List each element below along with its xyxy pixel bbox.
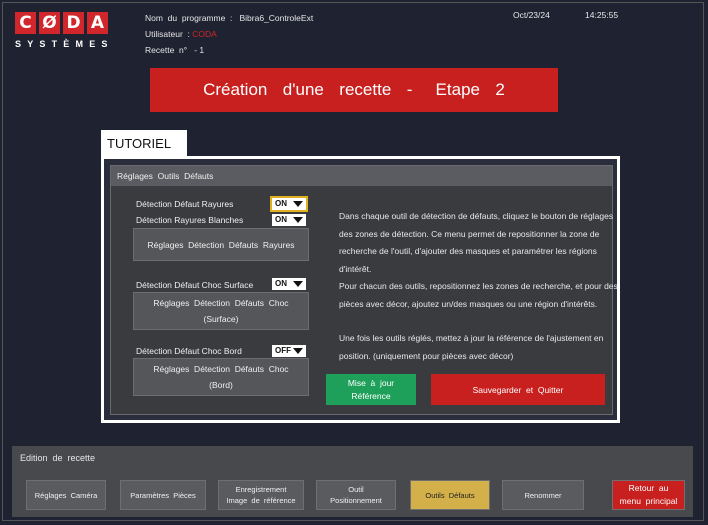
program-name: Nom du programme : Bibra6_ControleExt [145, 13, 314, 23]
panel-title: Réglages Outils Défauts [111, 166, 612, 186]
help-paragraph-2: Pour chacun des outils, repositionnez le… [339, 281, 618, 309]
dropdown-value: ON [275, 199, 287, 208]
dropdown-rayures-blanches[interactable]: ON [272, 214, 306, 226]
logo-letter: A [87, 12, 108, 34]
logo-letter: D [63, 12, 84, 34]
dropdown-rayures[interactable]: ON [270, 196, 308, 212]
label-choc-bord: Détection Défaut Choc Bord [136, 346, 242, 356]
coda-logo: C Ø D A SYSTÈMES [15, 12, 114, 49]
footer-title: Edition de recette [20, 453, 96, 463]
dropdown-value: ON [275, 279, 287, 288]
tutorial-tab: TUTORIEL [101, 130, 187, 156]
camera-settings-button[interactable]: Réglages Caméra [26, 480, 106, 510]
reference-image-button[interactable]: Enregistrement Image de référence [218, 480, 304, 510]
logo-letter: C [15, 12, 36, 34]
tutorial-box: Réglages Outils Défauts Détection Défaut… [101, 156, 620, 423]
save-and-quit-button[interactable]: Sauvegarder et Quitter [431, 374, 605, 405]
part-parameters-button[interactable]: Paramètres Pièces [120, 480, 206, 510]
logo-letter: Ø [39, 12, 60, 34]
rename-button[interactable]: Renommer [502, 480, 584, 510]
user-line: Utilisateur : CODA [145, 26, 313, 42]
user-value: CODA [192, 29, 217, 39]
page-title-banner: Création d'une recette - Etape 2 [150, 68, 558, 112]
update-reference-button[interactable]: Mise à jour Référence [326, 374, 416, 405]
chevron-down-icon [293, 348, 303, 354]
chevron-down-icon [293, 217, 303, 223]
recipe-number: Recette n° - 1 [145, 45, 205, 55]
settings-choc-surface-button[interactable]: Réglages Détection Défauts Choc (Surface… [133, 292, 309, 330]
dropdown-value: ON [275, 215, 287, 224]
user-label: Utilisateur : [145, 29, 193, 39]
settings-choc-bord-button[interactable]: Réglages Détection Défauts Choc (Bord) [133, 358, 309, 396]
defect-settings-panel: Réglages Outils Défauts Détection Défaut… [110, 165, 618, 415]
header-info: Nom du programme : Bibra6_ControleExt Ut… [145, 10, 313, 58]
header-time: 14:25:55 [585, 10, 619, 20]
positioning-tool-button[interactable]: Outil Positionnement [316, 480, 396, 510]
chevron-down-icon [293, 201, 303, 207]
dropdown-choc-surface[interactable]: ON [272, 278, 306, 290]
chevron-down-icon [293, 281, 303, 287]
tutorial-inner: Réglages Outils Défauts Détection Défaut… [104, 159, 618, 420]
help-paragraph-1: Dans chaque outil de détection de défaut… [339, 211, 614, 274]
label-rayures-blanches: Détection Rayures Blanches [136, 215, 244, 225]
settings-rayures-button[interactable]: Réglages Détection Défauts Rayures [133, 228, 309, 261]
help-paragraph-3: Une fois les outils réglés, mettez à jou… [339, 333, 604, 361]
defect-tools-button[interactable]: Outils Défauts [410, 480, 490, 510]
logo-subtitle: SYSTÈMES [15, 39, 114, 49]
label-choc-surface: Détection Défaut Choc Surface [136, 280, 254, 290]
header-date: Oct/23/24 [513, 10, 550, 20]
dropdown-choc-bord[interactable]: OFF [272, 345, 306, 357]
main-menu-button[interactable]: Retour au menu principal [612, 480, 685, 510]
label-rayures: Détection Défaut Rayures [136, 199, 234, 209]
recipe-edit-bar: Edition de recette Réglages Caméra Param… [12, 446, 693, 517]
dropdown-value: OFF [275, 346, 291, 355]
